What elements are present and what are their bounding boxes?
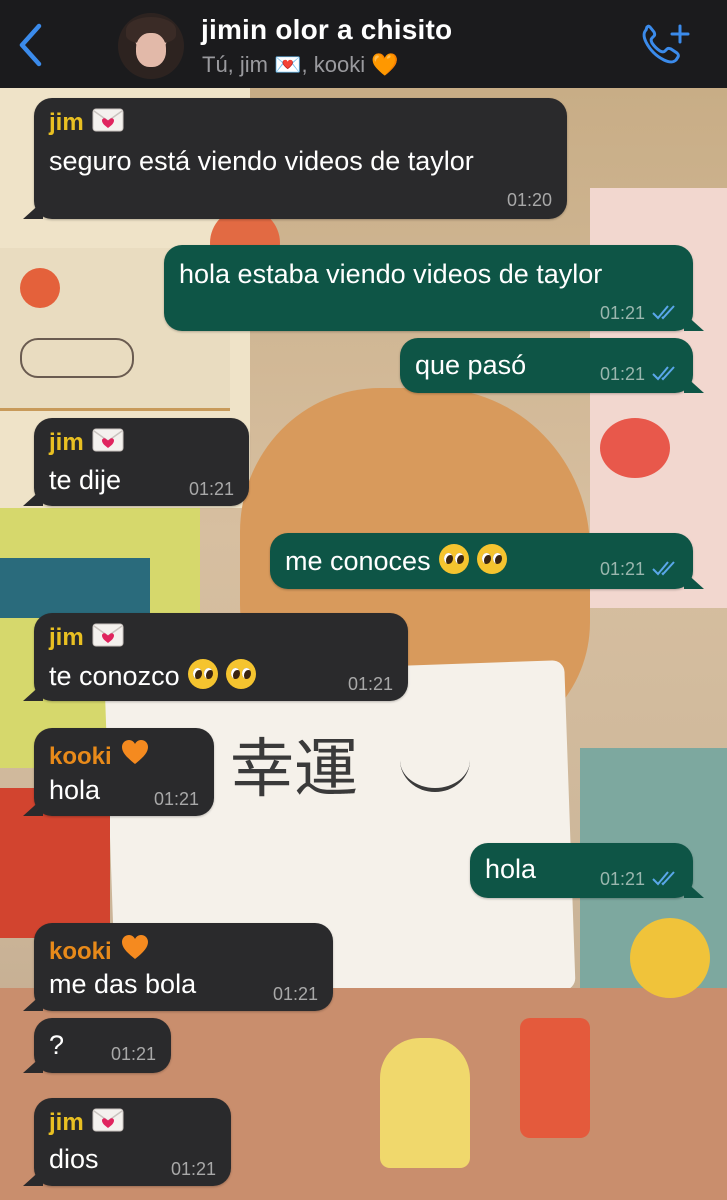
chat-title[interactable]: jimin olor a chisito [201,14,452,46]
message-bubble-incoming[interactable]: jim te conozco 01:21 [23,613,408,701]
message-text-content: te conozco [49,661,180,691]
message-bubble-outgoing[interactable]: hola 01:21 [470,843,704,898]
message-time: 01:20 [506,190,552,210]
sender-name-jim: jim [49,428,124,457]
add-call-icon[interactable] [638,22,690,68]
message-text: te conozco [49,659,256,692]
love-letter-icon [92,428,124,452]
message-bubble-incoming[interactable]: kooki hola 01:21 [23,728,214,816]
wallpaper-note-text: 幸運 [230,733,358,807]
message-text: hola [49,775,101,805]
message-bubble-incoming[interactable]: kooki me das bola 01:21 [23,923,333,1011]
message-text-content: me conoces [285,546,431,576]
pleading-face-icon [187,659,218,689]
read-receipt-icon [652,871,675,886]
message-bubble-incoming[interactable]: ? 01:21 [23,1018,171,1073]
pleading-face-icon [438,544,469,574]
message-text: seguro está viendo videos de taylor [49,146,474,176]
sender-label: kooki [49,938,112,965]
message-bubble-incoming[interactable]: jim te dije 01:21 [23,418,249,506]
sender-label: jim [49,429,84,456]
message-text: te dije [49,465,122,495]
sender-label: kooki [49,743,112,770]
message-text: me das bola [49,969,197,999]
read-receipt-icon [652,366,675,381]
chat-header: jimin olor a chisito Tú, jim 💌, kooki 🧡 [0,0,727,88]
message-text: hola estaba viendo videos de taylor [179,259,603,289]
sender-name-jim: jim [49,108,124,137]
message-time: 01:21 [347,674,393,694]
message-time: 01:21 [170,1159,216,1179]
message-text: que pasó [415,350,527,380]
read-receipt-icon [652,305,675,320]
message-bubble-outgoing[interactable]: que pasó 01:21 [400,338,704,393]
sender-label: jim [49,1109,84,1136]
sender-label: jim [49,624,84,651]
read-receipt-icon [652,561,675,576]
love-letter-icon [92,1108,124,1132]
love-letter-icon [92,108,124,132]
sender-label: jim [49,109,84,136]
message-text: ? [49,1030,65,1060]
message-bubble-outgoing[interactable]: hola estaba viendo videos de taylor 01:2… [164,245,704,331]
chat-participants[interactable]: Tú, jim 💌, kooki 🧡 [202,52,399,78]
message-time: 01:21 [599,869,645,889]
message-time: 01:21 [110,1044,156,1064]
message-time: 01:21 [599,364,645,384]
message-time: 01:21 [599,559,645,579]
message-time: 01:21 [153,789,199,809]
message-bubble-incoming[interactable]: jim dios 01:21 [23,1098,231,1186]
sender-name-jim: jim [49,1108,124,1137]
back-chevron-icon[interactable] [14,22,48,68]
avatar-face [136,33,166,67]
sender-name-kooki: kooki [49,933,150,966]
orange-heart-icon [121,935,148,959]
message-bubble-outgoing[interactable]: me conoces 01:21 [270,533,704,589]
message-time: 01:21 [272,984,318,1004]
message-time: 01:21 [188,479,234,499]
message-bubble-incoming[interactable]: jim seguro está viendo videos de taylor … [23,98,567,219]
group-avatar[interactable] [118,13,184,79]
message-text: dios [49,1144,99,1174]
orange-heart-icon [121,740,148,764]
message-time: 01:21 [599,303,645,323]
love-letter-icon [92,623,124,647]
sender-name-jim: jim [49,623,124,652]
message-text: me conoces [285,544,507,577]
pleading-face-icon [476,544,507,574]
pleading-face-icon [225,659,256,689]
sender-name-kooki: kooki [49,738,150,771]
message-text: hola [485,854,537,884]
